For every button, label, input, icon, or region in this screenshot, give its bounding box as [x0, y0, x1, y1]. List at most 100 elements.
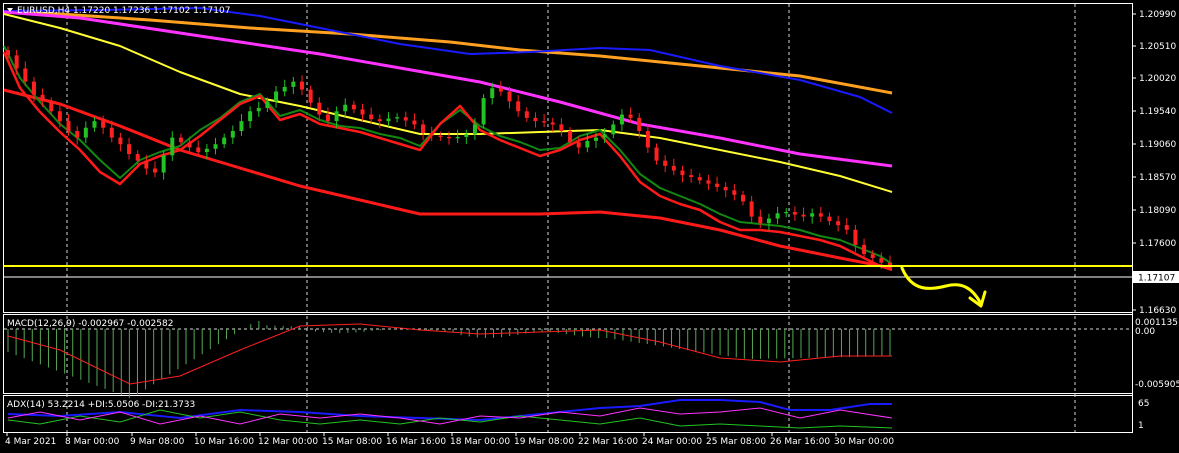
candle-body: [291, 81, 296, 87]
adx-plus-di-line: [7, 409, 893, 429]
price-tick-label: 1.17600: [1139, 239, 1176, 249]
candle-body: [602, 134, 607, 138]
candle-body: [533, 117, 538, 122]
candle-body: [308, 89, 313, 103]
candle-body: [792, 211, 797, 215]
time-tick-label: 12 Mar 00:00: [258, 437, 318, 447]
candle-body: [421, 124, 426, 133]
candle-body: [360, 109, 365, 115]
time-tick-label: 30 Mar 00:00: [834, 437, 894, 447]
candle-body: [550, 122, 555, 125]
candle-body: [6, 50, 10, 56]
candle-body: [879, 258, 884, 263]
candle-body: [862, 244, 867, 255]
candle-body: [429, 132, 434, 136]
time-tick-label: 22 Mar 16:00: [578, 437, 638, 447]
candle-body: [230, 131, 235, 138]
candle-body: [57, 111, 62, 122]
candle-body: [170, 137, 175, 156]
candle-body: [836, 221, 841, 226]
candle-body: [343, 104, 348, 112]
candle-body: [576, 142, 581, 148]
time-tick-label: 15 Mar 08:00: [322, 437, 382, 447]
candle-body: [75, 131, 80, 138]
macd-tick-label: 0.00: [1135, 327, 1155, 337]
macd-tick-label: -0.005905: [1135, 380, 1179, 390]
time-tick-label: 10 Mar 16:00: [194, 437, 254, 447]
candle-body: [741, 194, 745, 202]
candle-body: [92, 121, 97, 128]
candle-body: [204, 148, 209, 153]
candle-body: [766, 218, 771, 224]
candle-body: [386, 118, 391, 122]
price-tick-label: 1.18090: [1139, 206, 1176, 216]
candle-body: [412, 120, 417, 125]
candle-body: [127, 144, 132, 155]
candle-body: [697, 177, 702, 181]
price-tick-label: 1.16630: [1139, 306, 1176, 316]
candle-body: [31, 81, 36, 95]
candle-body: [524, 111, 529, 118]
candle-body: [870, 254, 875, 259]
candle-body: [611, 124, 616, 135]
trading-chart[interactable]: EURUSD,H4 1.17220 1.17236 1.17102 1.1710…: [0, 0, 1179, 453]
candle-body: [447, 136, 451, 139]
candle-body: [818, 213, 823, 217]
macd-signal-line: [7, 323, 892, 385]
candle-body: [14, 55, 19, 69]
candle-body: [135, 154, 140, 161]
candle-body: [369, 114, 374, 120]
candle-body: [83, 127, 88, 138]
candle-body: [516, 101, 521, 112]
candle-body: [853, 229, 858, 245]
macd-indicator: [7, 321, 892, 399]
time-tick-label: 24 Mar 00:00: [642, 437, 702, 447]
candle-body: [325, 114, 330, 122]
time-tick-label: 9 Mar 08:00: [130, 437, 185, 447]
candle-body: [274, 91, 279, 102]
ma-red-fast-line: [2, 51, 893, 272]
time-tick-label: 26 Mar 16:00: [770, 437, 830, 447]
price-tick-label: 1.20020: [1139, 74, 1176, 84]
candle-body: [334, 111, 339, 122]
candle-body: [395, 117, 400, 119]
candle-body: [118, 137, 123, 145]
forecast-arrow-curve: [900, 266, 982, 304]
candle-body: [248, 111, 253, 122]
candle-body: [827, 216, 832, 222]
price-tick-label: 1.20990: [1139, 10, 1176, 20]
forecast-arrow: [900, 266, 987, 308]
candle-body: [187, 142, 192, 148]
candle-body: [40, 94, 45, 102]
candle-body: [637, 117, 642, 132]
candle-body: [715, 183, 720, 187]
candle-body: [239, 121, 244, 132]
adx-tick-label: 1: [1138, 421, 1144, 431]
candle-body: [507, 91, 512, 102]
candle-body: [671, 165, 676, 171]
current-price-label: 1.17107: [1138, 274, 1175, 284]
candle-body: [594, 137, 598, 141]
candle-body: [568, 131, 573, 143]
candle-body: [377, 119, 382, 122]
candle-body: [844, 225, 849, 230]
candle-body: [23, 68, 28, 82]
candle-body: [282, 86, 287, 92]
candle-body: [455, 136, 460, 139]
candle-body: [109, 127, 114, 138]
candle-body: [732, 190, 737, 195]
candle-body: [213, 144, 218, 149]
candle-body: [464, 134, 469, 137]
candle-body: [784, 211, 789, 214]
candle-body: [585, 140, 590, 148]
candle-body: [403, 117, 408, 121]
candle-body: [351, 104, 356, 110]
candle-body: [300, 81, 304, 90]
candle-body: [628, 114, 633, 118]
candle-body: [196, 147, 201, 153]
candle-body: [101, 121, 106, 128]
candle-body: [178, 137, 183, 143]
candle-body: [481, 98, 486, 125]
time-tick-label: 25 Mar 08:00: [706, 437, 766, 447]
price-tick-label: 1.18570: [1139, 173, 1176, 183]
